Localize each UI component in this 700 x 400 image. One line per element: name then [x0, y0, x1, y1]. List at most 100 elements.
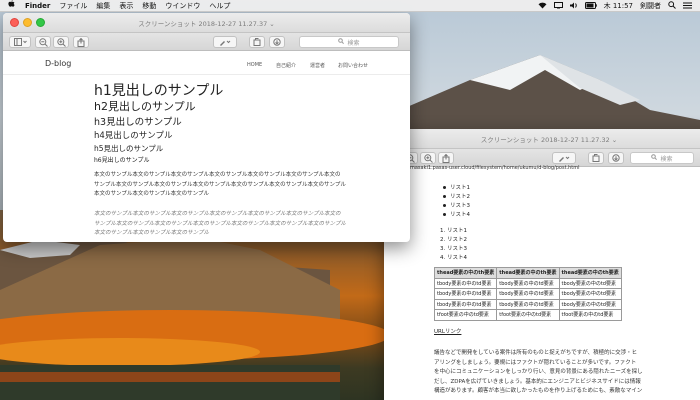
numbered-item-label: リスト1	[447, 228, 467, 234]
bullet-marker	[443, 213, 446, 216]
display-icon[interactable]	[553, 1, 563, 11]
numbered-item-label: リスト4	[447, 255, 467, 261]
body-line: アリングをしましょう。要規にはファクトが隠れていることが多いです。ファクト	[434, 359, 637, 366]
numbered-item-label: リスト2	[447, 237, 467, 243]
search-field[interactable]: 検索	[299, 36, 399, 48]
heading-h4: h4見出しのサンプル	[94, 131, 173, 141]
share-button[interactable]	[73, 36, 89, 48]
nav-operator[interactable]: 運営者	[310, 62, 325, 69]
spotlight-icon[interactable]	[668, 1, 676, 11]
paragraph-line: 本文のサンプル本文のサンプル本文のサンプル	[94, 230, 210, 236]
heading-h1: h1見出しのサンプル	[94, 83, 224, 99]
table-cell: tbody要素の中のtd要素	[433, 277, 498, 289]
back-body-text: 議告などで開発をしている案件は所有のものと捉えがちですが、積極的に交渉・ヒ アリ…	[434, 349, 700, 397]
markup-button[interactable]	[213, 36, 237, 48]
back-rotate-button[interactable]	[588, 152, 604, 164]
menu-go[interactable]: 移動	[142, 1, 156, 11]
apple-icon[interactable]	[6, 0, 16, 11]
menubar-user[interactable]: 剣闘者	[640, 1, 661, 11]
back-window-titlebar[interactable]: スクリーンショット 2018-12-27 11.27.32 ⌄	[384, 129, 700, 149]
numbered-item-4: 4. リスト4	[440, 255, 467, 261]
bullet-item-2: リスト2	[450, 194, 470, 200]
table-footer-row: tfoot要素の中のtd要素 tfoot要素の中のtd要素 tfoot要素の中の…	[433, 309, 622, 321]
back-share-button[interactable]	[438, 152, 454, 164]
back-markup-button[interactable]	[552, 152, 576, 164]
table-row: tbody要素の中のtd要素 tbody要素の中のtd要素 tbody要素の中の…	[433, 298, 622, 310]
numbered-item-3: 3. リスト3	[440, 246, 467, 252]
table-cell: tbody要素の中のtd要素	[558, 288, 622, 300]
bullet-marker	[443, 195, 446, 198]
menu-view[interactable]: 表示	[119, 1, 133, 11]
table-cell: tbody要素の中のtd要素	[496, 277, 560, 289]
menubar-clock[interactable]: 木 11:57	[604, 1, 633, 11]
numbered-item-label: リスト3	[447, 246, 467, 252]
paragraph-line: サンプル本文のサンプル本文のサンプル本文のサンプル本文のサンプル本文のサンプル本…	[94, 181, 346, 188]
front-window-titlebar[interactable]: スクリーンショット 2018-12-27 11.27.37 ⌄	[3, 13, 410, 33]
table-cell: tbody要素の中のtd要素	[558, 277, 622, 289]
table-cell: tbody要素の中のtd要素	[433, 288, 498, 300]
annotate-button[interactable]	[269, 36, 285, 48]
table-cell: tbody要素の中のtd要素	[496, 288, 560, 300]
nav-about[interactable]: 自己紹介	[276, 62, 296, 69]
back-search-placeholder: 検索	[660, 155, 673, 163]
table-header-cell: thead要素の中のth要素	[496, 267, 560, 279]
site-logo[interactable]: D-blog	[45, 59, 71, 68]
body-line: だし、ZDPAを広げていきましょう。基本的にエンジニアとビジネスサイドには情報	[434, 378, 641, 385]
sample-paragraph: 本文のサンプル本文のサンプル本文のサンプル本文のサンプル本文のサンプル本文のサン…	[94, 171, 399, 200]
front-window-title: スクリーンショット 2018-12-27 11.27.37 ⌄	[138, 20, 275, 28]
table-cell: tbody要素の中のtd要素	[496, 298, 560, 310]
sample-italic-paragraph: 本文のサンプル本文のサンプル本文のサンプル本文のサンプル本文のサンプル本文のサン…	[94, 210, 399, 239]
notification-center-icon[interactable]	[683, 2, 692, 11]
body-line: を中心にコミュニケーションをしっかり行い、意見の背景にある隠れたニーズを探し	[434, 369, 643, 375]
battery-icon[interactable]	[584, 1, 597, 11]
back-search-field[interactable]: 検索	[630, 152, 694, 164]
zoom-in-button[interactable]	[53, 36, 69, 48]
sidebar-toggle-button[interactable]	[9, 36, 31, 48]
paragraph-line: 本文のサンプル本文のサンプル本文のサンプル	[94, 191, 210, 197]
bullet-item-1: リスト1	[450, 185, 470, 191]
site-header: D-blog HOME 自己紹介 運営者 お問い合わせ	[3, 51, 410, 75]
menu-window[interactable]: ウインドウ	[165, 1, 200, 11]
menu-bar: Finder ファイル 編集 表示 移動 ウインドウ ヘルプ 木 11:57 剣…	[0, 0, 700, 12]
bullet-marker	[443, 186, 446, 189]
paragraph-line: サンプル本文のサンプル本文のサンプル本文のサンプル本文のサンプル本文のサンプル本…	[94, 220, 346, 227]
volume-icon[interactable]	[569, 2, 578, 11]
back-window-title: スクリーンショット 2018-12-27 11.27.32 ⌄	[480, 136, 618, 144]
nav-home[interactable]: HOME	[247, 62, 262, 68]
bullet-item-4: リスト4	[450, 212, 470, 218]
sample-table: thead要素の中のth要素 thead要素の中のth要素 thead要素の中の…	[433, 267, 622, 321]
menu-file[interactable]: ファイル	[59, 1, 87, 11]
search-icon	[651, 154, 658, 162]
numbered-item-1: 1. リスト1	[440, 228, 467, 234]
paragraph-line: 本文のサンプル本文のサンプル本文のサンプル本文のサンプル本文のサンプル本文のサン…	[94, 211, 341, 217]
table-footer-cell: tfoot要素の中のtd要素	[433, 309, 498, 321]
rotate-button[interactable]	[249, 36, 265, 48]
nav-contact[interactable]: お問い合わせ	[338, 62, 368, 69]
preview-window-front: スクリーンショット 2018-12-27 11.27.37 ⌄ 検索 D-blo…	[3, 13, 410, 242]
url-link[interactable]: URLリンク	[434, 327, 461, 335]
back-zoom-in-button[interactable]	[420, 152, 436, 164]
table-row: tbody要素の中のtd要素 tbody要素の中のtd要素 tbody要素の中の…	[433, 277, 622, 289]
table-header-row: thead要素の中のth要素 thead要素の中のth要素 thead要素の中の…	[433, 267, 622, 279]
table-cell: tbody要素の中のtd要素	[558, 298, 622, 310]
back-url-text: masaki1.pasas-user.cloud/filesystem/home…	[410, 165, 580, 171]
zoom-out-button[interactable]	[35, 36, 51, 48]
heading-h6: h6見出しのサンプル	[94, 157, 150, 164]
numbered-item-2: 2. リスト2	[440, 237, 467, 243]
body-line: 構造があります。顧客が本当に欲しかったものを作り上げるためにも、素敵なマイン	[434, 388, 643, 394]
body-line: 議告などで開発をしている案件は所有のものと捉えがちですが、積極的に交渉・ヒ	[434, 350, 638, 356]
front-window-toolbar: 検索	[3, 33, 410, 51]
paragraph-line: 本文のサンプル本文のサンプル本文のサンプル本文のサンプル本文のサンプル本文のサン…	[94, 172, 341, 178]
table-footer-cell: tfoot要素の中のtd要素	[558, 309, 622, 321]
table-header-cell: thead要素の中のth要素	[433, 267, 498, 279]
wifi-icon[interactable]	[538, 2, 547, 11]
heading-h3: h3見出しのサンプル	[94, 117, 182, 128]
menu-finder[interactable]: Finder	[25, 2, 50, 10]
heading-h2: h2見出しのサンプル	[94, 100, 196, 113]
heading-h5: h5見出しのサンプル	[94, 144, 164, 153]
back-annotate-button[interactable]	[608, 152, 624, 164]
menu-help[interactable]: ヘルプ	[209, 1, 230, 11]
menu-edit[interactable]: 編集	[96, 1, 110, 11]
table-footer-cell: tfoot要素の中のtd要素	[496, 309, 560, 321]
table-cell: tbody要素の中のtd要素	[433, 298, 498, 310]
